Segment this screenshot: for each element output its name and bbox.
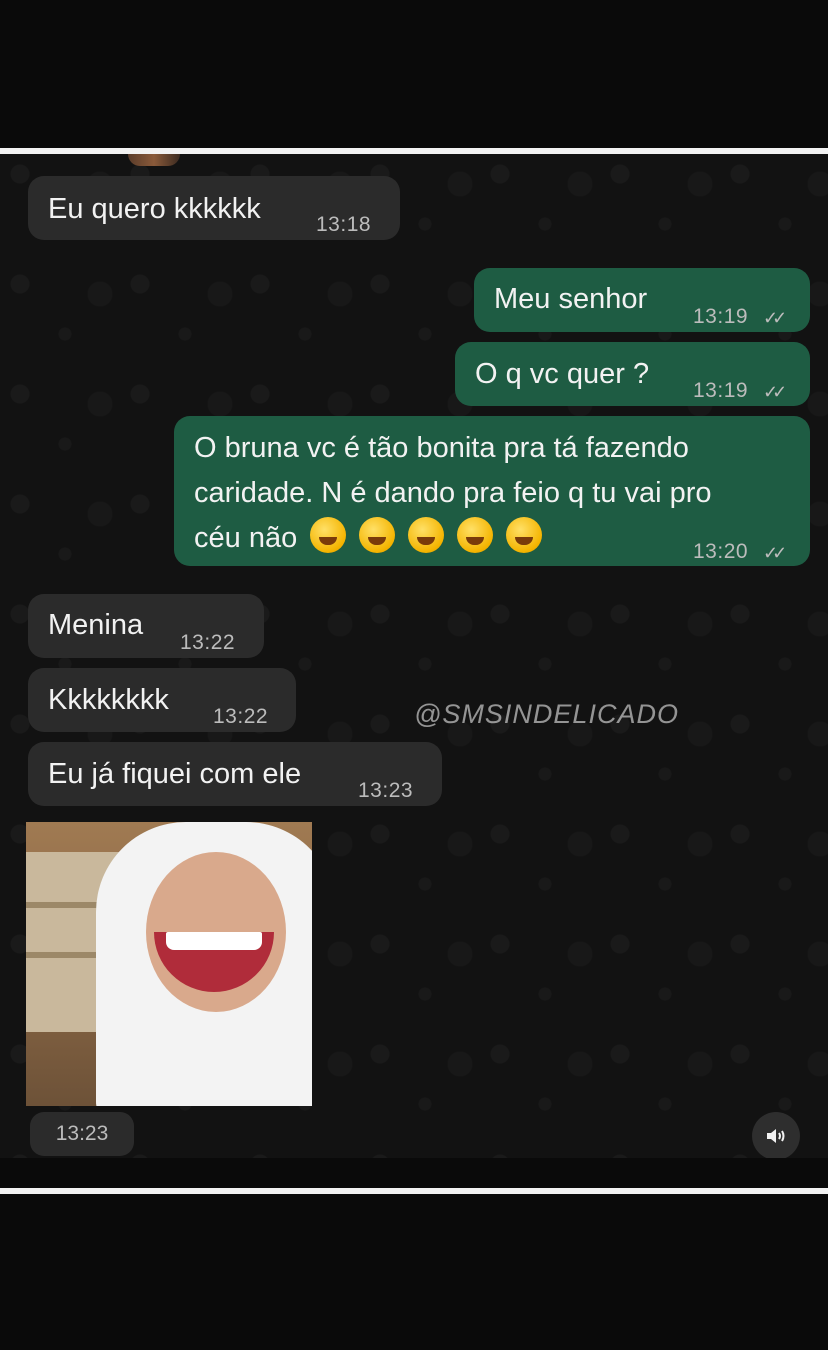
chat-area[interactable]: Eu quero kkkkkk 13:18 Meu senhor 13:19 ✓… — [0, 154, 828, 1158]
laughing-emoji-icon — [359, 517, 396, 553]
double-check-icon: ✓✓ — [763, 308, 787, 328]
double-check-icon: ✓✓ — [763, 543, 787, 563]
message-time: 13:22 — [213, 705, 269, 728]
message-bubble-outgoing[interactable]: O q vc quer ? 13:19 ✓✓ — [455, 342, 810, 406]
double-check-icon: ✓✓ — [763, 382, 787, 402]
laughing-emoji-icon — [506, 517, 543, 553]
laughing-emoji-icon — [310, 517, 347, 553]
message-bubble-incoming[interactable]: Menina 13:22 — [28, 594, 264, 658]
laughing-emoji-icon — [408, 517, 445, 553]
avatar — [128, 154, 180, 166]
message-text-line: caridade. N é dando pra feio q tu vai pr… — [194, 477, 712, 509]
message-text: Eu quero kkkkkk — [48, 193, 261, 225]
watermark: @SMSINDELICADO — [414, 699, 679, 729]
message-time: 13:20 — [693, 540, 749, 563]
speaker-icon[interactable] — [752, 1112, 800, 1158]
message-bubble-outgoing[interactable]: Meu senhor 13:19 ✓✓ — [474, 268, 810, 332]
message-text: O q vc quer ? — [475, 358, 650, 390]
message-time: 13:19 — [693, 305, 749, 328]
message-text: Meu senhor — [494, 283, 648, 315]
message-text: Eu já fiquei com ele — [48, 758, 302, 790]
emoji-row — [297, 517, 543, 554]
message-bubble-incoming[interactable]: Eu já fiquei com ele 13:23 — [28, 742, 442, 806]
message-text-line: O bruna vc é tão bonita pra tá fazendo — [194, 432, 689, 464]
message-bubble-incoming[interactable]: Eu quero kkkkkk 13:18 — [28, 176, 400, 240]
message-time: 13:23 — [358, 779, 414, 802]
bottom-divider — [0, 1188, 828, 1194]
message-text: Kkkkkkkk — [48, 684, 169, 716]
message-time: 13:19 — [693, 379, 749, 402]
message-time: 13:22 — [180, 631, 236, 654]
shared-image[interactable] — [26, 822, 312, 1106]
message-text: Menina — [48, 609, 144, 641]
message-bubble-incoming[interactable]: Kkkkkkkk 13:22 — [28, 668, 296, 732]
message-time: 13:18 — [316, 213, 372, 236]
media-time: 13:23 — [30, 1112, 134, 1156]
laughing-emoji-icon — [457, 517, 494, 553]
message-bubble-outgoing[interactable]: O bruna vc é tão bonita pra tá fazendo c… — [174, 416, 810, 566]
